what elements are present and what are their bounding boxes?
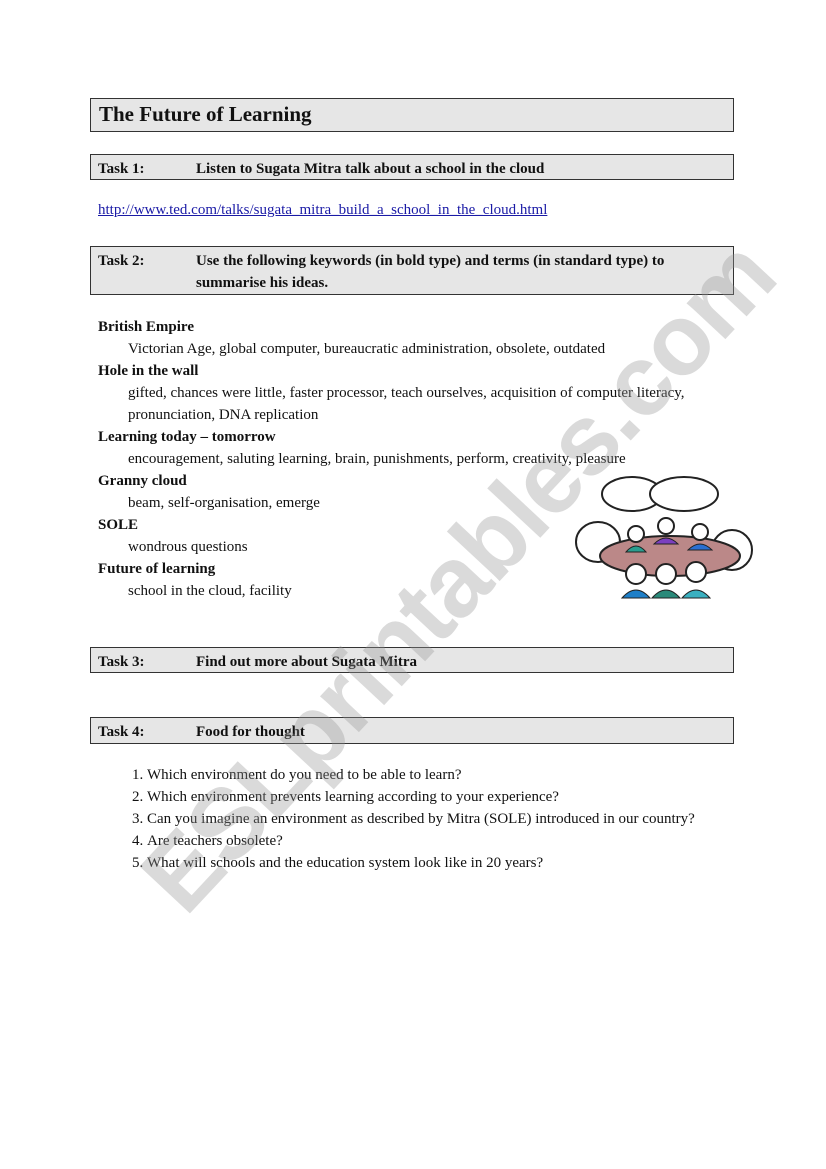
terms: gifted, chances were little, faster proc…: [128, 385, 685, 423]
task-label: Task 4:: [98, 724, 145, 740]
terms: encouragement, saluting learning, brain,…: [128, 451, 626, 467]
page-title: The Future of Learning: [90, 98, 734, 132]
keyword: Hole in the wall: [98, 363, 199, 379]
question-item: Can you imagine an environment as descri…: [147, 808, 717, 830]
group-discussion-illustration: [575, 476, 753, 599]
task-text: Find out more about Sugata Mitra: [196, 654, 417, 670]
question-list: Which environment do you need to be able…: [98, 764, 717, 874]
task-3-box: Task 3: Find out more about Sugata Mitra: [90, 647, 734, 673]
task-text: Listen to Sugata Mitra talk about a scho…: [196, 161, 545, 177]
task-text: Food for thought: [196, 724, 305, 740]
task-label: Task 1:: [98, 161, 145, 177]
worksheet-page: The Future of Learning Task 1: Listen to…: [0, 0, 826, 1169]
keyword: British Empire: [98, 319, 194, 335]
task-4-box: Task 4: Food for thought: [90, 717, 734, 744]
terms: Victorian Age, global computer, bureaucr…: [128, 341, 606, 357]
task-label: Task 2:: [98, 253, 145, 269]
task-label: Task 3:: [98, 654, 145, 670]
task-1-box: Task 1: Listen to Sugata Mitra talk abou…: [90, 154, 734, 180]
task-text: Use the following keywords (in bold type…: [196, 253, 665, 291]
ted-talk-link[interactable]: http://www.ted.com/talks/sugata_mitra_bu…: [98, 202, 547, 219]
question-item: Are teachers obsolete?: [147, 830, 717, 852]
keyword: Learning today – tomorrow: [98, 429, 276, 445]
question-item: Which environment prevents learning acco…: [147, 786, 717, 808]
task-2-box: Task 2: Use the following keywords (in b…: [90, 246, 734, 295]
question-item: What will schools and the education syst…: [147, 852, 717, 874]
question-item: Which environment do you need to be able…: [147, 764, 717, 786]
